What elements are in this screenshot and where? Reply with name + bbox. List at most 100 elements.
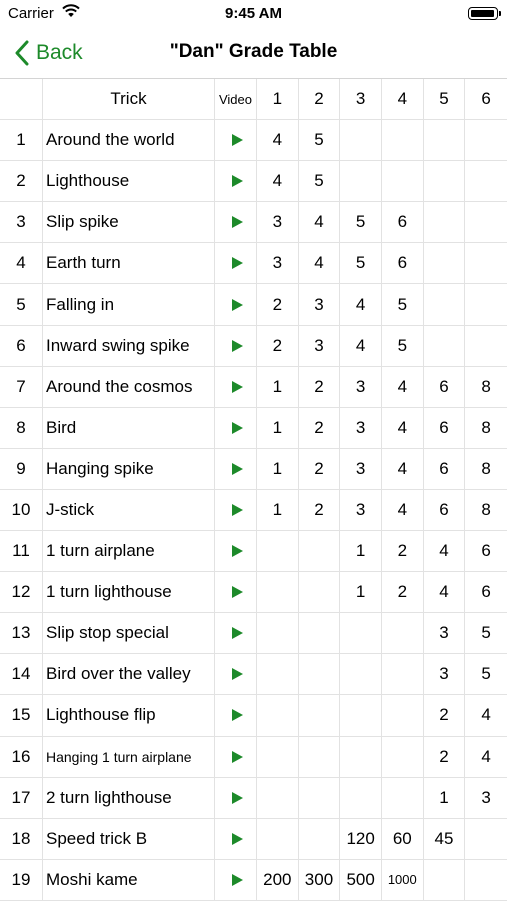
table-row[interactable]: 5 Falling in 2 3 4 5 — [0, 284, 507, 326]
table-row[interactable]: 10 J-stick 1 2 3 4 6 8 — [0, 489, 507, 532]
play-icon[interactable] — [231, 586, 243, 599]
play-icon[interactable] — [231, 709, 243, 722]
grade-4-cell — [382, 120, 424, 161]
video-cell — [215, 202, 257, 243]
trick-name: Falling in — [43, 284, 215, 325]
video-cell — [215, 736, 257, 777]
grade-4-cell: 4 — [382, 407, 424, 448]
grade-5-cell — [424, 243, 466, 284]
play-icon[interactable] — [231, 873, 243, 886]
grade-6-cell — [465, 326, 507, 366]
grade-1-cell: 4 — [257, 120, 299, 161]
row-number: 2 — [0, 161, 43, 202]
grade-1-cell: 2 — [257, 325, 299, 366]
play-icon[interactable] — [231, 134, 243, 147]
table-row[interactable]: 17 2 turn lighthouse 1 3 — [0, 777, 507, 819]
play-icon[interactable] — [231, 216, 243, 229]
grade-2-cell — [299, 613, 341, 654]
table-row[interactable]: 19 Moshi kame 200 300 500 1000 — [0, 859, 507, 901]
grade-6-cell: 5 — [481, 664, 491, 684]
header-grade-1: 1 — [257, 79, 299, 120]
table-row[interactable]: 6 Inward swing spike 2 3 4 5 — [0, 325, 507, 367]
grade-1-cell: 2 — [257, 284, 299, 325]
grade-4-cell: 5 — [382, 325, 424, 366]
table-row[interactable]: 11 1 turn airplane 1 2 4 6 — [0, 531, 507, 573]
grade-3-cell: 500 — [340, 859, 382, 900]
row-number: 4 — [0, 243, 43, 284]
table-row[interactable]: 2 Lighthouse 4 5 — [0, 161, 507, 203]
table-row[interactable]: 7 Around the cosmos 1 2 3 4 6 8 — [0, 366, 507, 408]
play-icon[interactable] — [231, 503, 243, 516]
grade-6-cell: 8 — [481, 458, 491, 478]
table-row[interactable]: 13 Slip stop special 3 5 — [0, 613, 507, 655]
grade-1-cell — [257, 818, 299, 859]
table-row[interactable]: 16 Hanging 1 turn airplane 2 4 — [0, 736, 507, 778]
grade-6-cell — [465, 860, 507, 900]
table-row[interactable]: 4 Earth turn 3 4 5 6 — [0, 243, 507, 285]
grade-3-cell: 3 — [340, 407, 382, 448]
trick-name: Moshi kame — [43, 859, 215, 900]
grade-6-cell: 8 — [481, 499, 491, 519]
header-trick: Trick — [43, 79, 215, 120]
header-grade-2: 2 — [299, 79, 341, 120]
grade-5-cell: 2 — [424, 736, 466, 777]
grade-4-cell: 6 — [382, 202, 424, 243]
header-grade-6: 6 — [481, 89, 491, 109]
row-number: 11 — [0, 531, 43, 572]
grade-2-cell: 3 — [299, 284, 341, 325]
row-number: 9 — [0, 448, 43, 489]
play-icon[interactable] — [231, 380, 243, 393]
video-cell — [215, 613, 257, 654]
play-icon[interactable] — [231, 668, 243, 681]
trick-name: Slip spike — [43, 202, 215, 243]
play-icon[interactable] — [231, 832, 243, 845]
play-icon[interactable] — [231, 298, 243, 311]
play-icon[interactable] — [231, 627, 243, 640]
grade-5-cell: 6 — [424, 448, 466, 489]
grade-5-cell — [424, 120, 466, 161]
grade-5-cell: 3 — [424, 613, 466, 654]
grade-1-cell: 3 — [257, 243, 299, 284]
grade-3-cell: 1 — [340, 572, 382, 613]
grade-2-cell: 300 — [299, 859, 341, 900]
grade-1-cell: 3 — [257, 202, 299, 243]
row-number: 3 — [0, 202, 43, 243]
table-row[interactable]: 14 Bird over the valley 3 5 — [0, 654, 507, 696]
table-row[interactable]: 18 Speed trick B 120 60 45 — [0, 818, 507, 860]
table-row[interactable]: 8 Bird 1 2 3 4 6 8 — [0, 407, 507, 449]
page-title: "Dan" Grade Table — [169, 41, 338, 62]
video-cell — [215, 161, 257, 202]
table-row[interactable]: 12 1 turn lighthouse 1 2 4 6 — [0, 572, 507, 614]
table-row[interactable]: 3 Slip spike 3 4 5 6 — [0, 202, 507, 244]
play-icon[interactable] — [231, 421, 243, 434]
grade-2-cell — [299, 531, 341, 572]
grade-1-cell: 200 — [257, 859, 299, 900]
grade-4-cell: 6 — [382, 243, 424, 284]
grade-1-cell — [257, 695, 299, 736]
grade-2-cell: 3 — [299, 325, 341, 366]
play-icon[interactable] — [231, 339, 243, 352]
grade-3-cell: 3 — [340, 448, 382, 489]
grade-6-cell: 8 — [481, 417, 491, 437]
play-icon[interactable] — [231, 257, 243, 270]
trick-name: Bird — [43, 407, 215, 448]
table-row[interactable]: 15 Lighthouse flip 2 4 — [0, 695, 507, 737]
play-icon[interactable] — [231, 462, 243, 475]
row-number: 8 — [0, 407, 43, 448]
grade-4-cell — [382, 161, 424, 202]
grade-4-cell — [382, 613, 424, 654]
play-icon[interactable] — [231, 791, 243, 804]
grade-5-cell: 4 — [424, 531, 466, 572]
play-icon[interactable] — [231, 545, 243, 558]
play-icon[interactable] — [231, 175, 243, 188]
table-row[interactable]: 1 Around the world 4 5 — [0, 120, 507, 162]
grade-3-cell — [340, 736, 382, 777]
grade-2-cell: 4 — [299, 202, 341, 243]
trick-name: Hanging 1 turn airplane — [43, 736, 215, 777]
trick-name: Around the cosmos — [43, 366, 215, 407]
table-row[interactable]: 9 Hanging spike 1 2 3 4 6 8 — [0, 448, 507, 490]
grade-4-cell: 2 — [382, 572, 424, 613]
play-icon[interactable] — [231, 750, 243, 763]
grade-2-cell — [299, 654, 341, 695]
grade-2-cell: 2 — [299, 448, 341, 489]
